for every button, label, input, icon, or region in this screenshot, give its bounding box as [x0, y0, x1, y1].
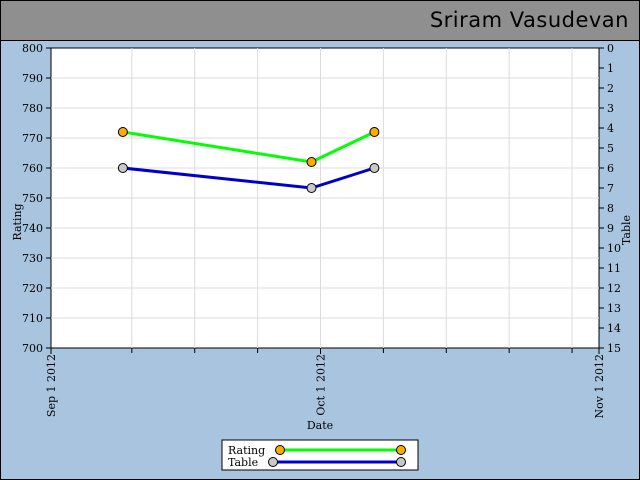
left-tick-label: 730	[22, 252, 43, 265]
right-tick-label: 4	[607, 122, 614, 135]
rating-chart: 700710720730740750760770780790800 012345…	[11, 42, 633, 471]
left-tick-label: 700	[22, 342, 43, 355]
left-tick-label: 740	[22, 222, 43, 235]
left-tick-label: 750	[22, 192, 43, 205]
left-axis: 700 710 720 730 740 750 760 770 780 790 800	[22, 42, 51, 355]
right-tick-label: 7	[607, 182, 614, 195]
left-tick-label: 710	[22, 312, 43, 325]
right-tick-label: 2	[607, 82, 614, 95]
data-point-table	[369, 163, 380, 173]
legend-marker-rating-end	[396, 445, 406, 455]
x-tick-label: Oct 1 2012	[315, 354, 328, 416]
y2-axis-label: Table	[620, 215, 633, 245]
right-tick-label: 0	[607, 42, 614, 55]
x-tick-label: Nov 1 2012	[593, 354, 606, 418]
bottom-axis: Sep 1 2012 Oct 1 2012 Nov 1 2012	[45, 348, 606, 418]
left-tick-label: 770	[22, 132, 43, 145]
right-tick-label: 9	[607, 222, 614, 235]
right-tick-label: 8	[607, 202, 614, 215]
data-point-table	[117, 163, 128, 173]
data-point-table	[306, 183, 317, 193]
right-tick-label: 15	[607, 342, 621, 355]
x-tick-label: Sep 1 2012	[45, 354, 58, 417]
left-tick-label: 790	[22, 72, 43, 85]
y-axis-label: Rating	[11, 203, 24, 240]
x-axis-label: Date	[307, 419, 333, 432]
right-tick-label: 13	[607, 302, 621, 315]
right-tick-label: 10	[607, 242, 621, 255]
right-tick-label: 12	[607, 282, 621, 295]
right-tick-label: 11	[607, 262, 621, 275]
left-tick-label: 720	[22, 282, 43, 295]
legend-label-table: Table	[228, 456, 258, 469]
chart-window: Sriram Vasudevan 700 710 720 730 740 750 760 77…	[0, 0, 640, 480]
right-tick-label: 6	[607, 162, 614, 175]
right-tick-label: 14	[607, 322, 621, 335]
data-point-rating	[117, 127, 128, 137]
data-point-rating	[306, 157, 317, 167]
left-tick-label: 780	[22, 102, 43, 115]
left-tick-label: 760	[22, 162, 43, 175]
legend-marker-table-start	[268, 457, 278, 467]
legend: Rating Table	[221, 439, 419, 471]
legend-marker-rating-start	[275, 445, 285, 455]
legend-marker-table-end	[396, 457, 406, 467]
data-point-rating	[369, 127, 380, 137]
right-tick-label: 1	[607, 62, 614, 75]
right-axis: 0123456789101112131415	[599, 42, 621, 355]
right-tick-label: 5	[607, 142, 614, 155]
right-tick-label: 3	[607, 102, 614, 115]
left-tick-label: 800	[22, 42, 43, 55]
